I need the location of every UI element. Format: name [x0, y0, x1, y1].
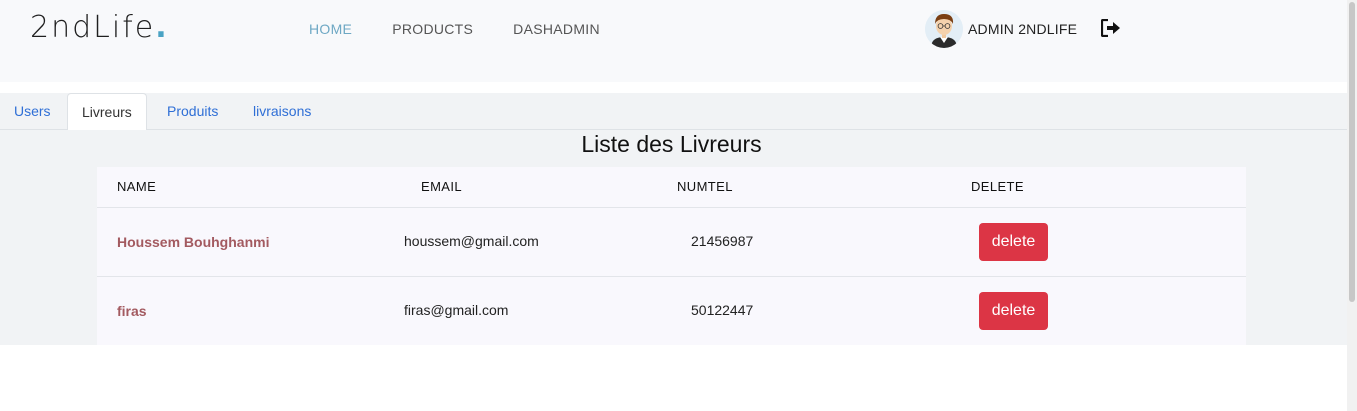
column-header-name[interactable]: NAME — [117, 179, 156, 194]
column-header-delete[interactable]: DELETE — [971, 179, 1024, 194]
table-row: Houssem Bouhghanmi houssem@gmail.com 214… — [97, 207, 1246, 276]
brand-dot: . — [155, 10, 169, 45]
main-nav: HOME PRODUCTS DASHADMIN — [309, 21, 600, 37]
page-title: Liste des Livreurs — [581, 131, 762, 157]
top-navbar: 2ndLife. HOME PRODUCTS DASHADMIN ADMIN 2… — [0, 0, 1347, 82]
table-row: firas firas@gmail.com 50122447 delete — [97, 276, 1246, 345]
livreur-email: firas@gmail.com — [404, 302, 509, 318]
page-scrollbar[interactable] — [1347, 0, 1357, 411]
delete-button[interactable]: delete — [979, 223, 1048, 261]
tabs-bar: Users Livreurs Produits livraisons — [0, 93, 1347, 131]
logout-icon[interactable] — [1100, 18, 1121, 38]
tab-livraisons[interactable]: livraisons — [239, 93, 325, 130]
nav-products[interactable]: PRODUCTS — [392, 21, 473, 37]
tab-livreurs[interactable]: Livreurs — [67, 93, 147, 131]
livreur-email: houssem@gmail.com — [404, 233, 539, 249]
delete-button[interactable]: delete — [979, 292, 1048, 330]
tab-produits[interactable]: Produits — [153, 93, 232, 130]
column-header-numtel[interactable]: NUMTEL — [677, 179, 733, 194]
livreur-name: Houssem Bouhghanmi — [117, 234, 270, 250]
scrollbar-thumb[interactable] — [1349, 2, 1355, 302]
user-name: ADMIN 2NDLIFE — [968, 21, 1078, 37]
page: 2ndLife. HOME PRODUCTS DASHADMIN ADMIN 2… — [0, 0, 1357, 411]
livreur-numtel: 21456987 — [691, 233, 754, 249]
livreur-name: firas — [117, 303, 147, 319]
livreur-numtel: 50122447 — [691, 302, 754, 318]
nav-home[interactable]: HOME — [309, 21, 352, 37]
brand-name: 2ndLife — [30, 10, 156, 45]
nav-dashadmin[interactable]: DASHADMIN — [513, 21, 600, 37]
tab-users[interactable]: Users — [0, 93, 65, 130]
brand-logo[interactable]: 2ndLife. — [30, 10, 169, 45]
column-header-email[interactable]: EMAIL — [421, 179, 462, 194]
user-menu[interactable]: ADMIN 2NDLIFE — [925, 10, 1077, 48]
avatar-icon — [925, 10, 963, 48]
